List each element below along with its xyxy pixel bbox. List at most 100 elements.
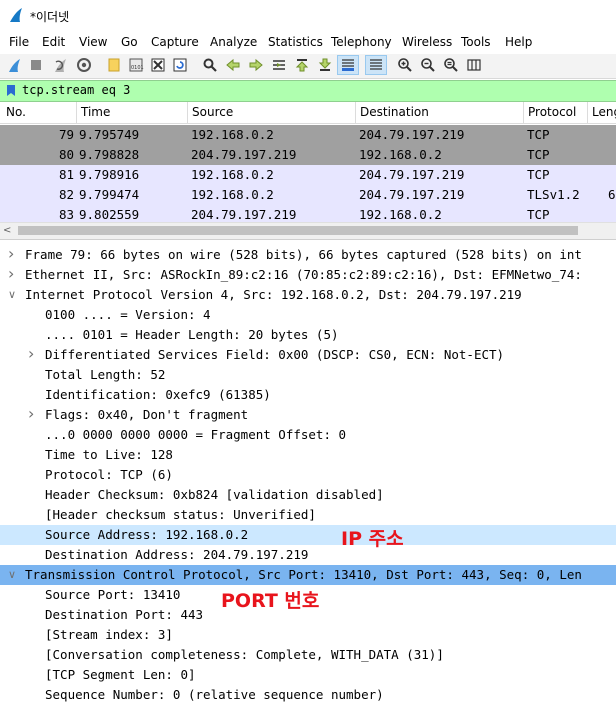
open-file-icon[interactable] [106,57,122,73]
wireshark-fin-icon [10,8,22,22]
go-back-icon[interactable] [225,57,241,73]
menu-edit[interactable]: Edit [42,35,65,49]
detail-tree-item[interactable]: Total Length: 52 [0,365,616,385]
display-filter-bar[interactable]: tcp.stream eq 3 [0,80,616,102]
detail-tree-item[interactable]: Time to Live: 128 [0,445,616,465]
normal-size-icon[interactable] [443,57,459,73]
stop-capture-icon[interactable] [28,57,44,73]
packet-row[interactable]: 80 9.798828 204.79.197.219 192.168.0.2 TCP [0,145,616,165]
menu-file[interactable]: File [9,35,29,49]
save-file-icon[interactable]: 0101 [128,57,144,73]
detail-text: .... 0101 = Header Length: 20 bytes (5) [45,327,339,342]
tree-collapsed-icon[interactable]: › [8,264,14,283]
detail-tree-item[interactable]: Sequence Number: 0 (relative sequence nu… [0,685,616,705]
tree-collapsed-icon[interactable]: › [28,344,34,363]
menu-wireless[interactable]: Wireless [402,35,452,49]
packet-row[interactable]: 82 9.799474 192.168.0.2 204.79.197.219 TLSv1… [0,185,616,205]
detail-tree-item[interactable]: [Conversation completeness: Complete, WI… [0,645,616,665]
scrollbar-thumb[interactable] [18,226,578,235]
start-capture-icon[interactable] [6,57,22,73]
column-destination[interactable]: Destination [360,105,429,119]
menu-statistics[interactable]: Statistics [268,35,323,49]
packet-source-cell: 192.168.0.2 [191,127,274,142]
packet-list-header: No. Time Source Destination Protocol Len… [0,102,616,124]
packet-destination-cell: 204.79.197.219 [359,167,465,182]
detail-text: Source Port: 13410 [45,587,181,602]
detail-tree-item[interactable]: Source Address: 192.168.0.2 [0,525,616,545]
detail-tree-item[interactable]: ∨ Internet Protocol Version 4, Src: 192.1… [0,285,616,305]
packet-protocol-cell: TCP [527,127,550,142]
packet-row[interactable]: 83 9.802559 204.79.197.219 192.168.0.2 TCP [0,205,616,222]
detail-tree-item[interactable]: Header Checksum: 0xb824 [validation disa… [0,485,616,505]
zoom-out-icon[interactable] [420,57,436,73]
tree-expanded-icon[interactable]: ∨ [8,288,16,301]
detail-tree-item[interactable]: .... 0101 = Header Length: 20 bytes (5) [0,325,616,345]
scroll-left-icon[interactable]: < [3,225,11,236]
reload-file-icon[interactable] [172,57,188,73]
detail-text: Differentiated Services Field: 0x00 (DSC… [45,347,505,362]
column-protocol[interactable]: Protocol [528,105,576,119]
packet-row[interactable]: 81 9.798916 192.168.0.2 204.79.197.219 TCP [0,165,616,185]
packet-list-scrollbar[interactable]: < [0,222,616,239]
column-source[interactable]: Source [192,105,233,119]
detail-tree-item[interactable]: Identification: 0xefc9 (61385) [0,385,616,405]
column-separator[interactable] [523,102,524,123]
zoom-in-icon[interactable] [397,57,413,73]
main-toolbar: 0101 [0,54,616,79]
detail-tree-item[interactable]: [TCP Segment Len: 0] [0,665,616,685]
tree-collapsed-icon[interactable]: › [8,244,14,263]
detail-text: ...0 0000 0000 0000 = Fragment Offset: 0 [45,427,347,442]
detail-tree-item[interactable]: [Header checksum status: Unverified] [0,505,616,525]
column-separator[interactable] [587,102,588,123]
tree-collapsed-icon[interactable]: › [28,404,34,423]
annotation-port-number: PORT 번호 [221,590,320,612]
column-time[interactable]: Time [81,105,110,119]
column-separator[interactable] [76,102,77,123]
window-title: *이더넷 [30,10,70,24]
detail-text: Destination Address: 204.79.197.219 [45,547,309,562]
menu-capture[interactable]: Capture [151,35,199,49]
detail-tree-item[interactable]: › Differentiated Services Field: 0x00 (DS… [0,344,616,365]
packet-row[interactable]: 79 9.795749 192.168.0.2 204.79.197.219 TCP [0,125,616,145]
detail-tree-item[interactable]: [Stream index: 3] [0,625,616,645]
packet-no-cell: 82 [58,187,74,202]
detail-tree-item[interactable]: 0100 .... = Version: 4 [0,305,616,325]
menu-telephony[interactable]: Telephony [331,35,392,49]
column-length[interactable]: Leng [592,105,616,119]
detail-tree-item[interactable]: Protocol: TCP (6) [0,465,616,485]
detail-tree-item[interactable]: ...0 0000 0000 0000 = Fragment Offset: 0 [0,425,616,445]
resize-columns-icon[interactable] [466,57,482,73]
menu-analyze[interactable]: Analyze [210,35,257,49]
go-last-icon[interactable] [317,57,333,73]
colorize-icon[interactable] [365,55,387,75]
detail-tree-item[interactable]: › Ethernet II, Src: ASRockIn_89:c2:16 (70… [0,264,616,285]
go-forward-icon[interactable] [248,57,264,73]
detail-text: Internet Protocol Version 4, Src: 192.16… [25,287,522,302]
go-first-icon[interactable] [294,57,310,73]
tree-expanded-icon[interactable]: ∨ [8,568,16,581]
packet-protocol-cell: TCP [527,147,550,162]
detail-text: Ethernet II, Src: ASRockIn_89:c2:16 (70:… [25,267,582,282]
detail-tree-item[interactable]: › Frame 79: 66 bytes on wire (528 bits), … [0,244,616,265]
restart-capture-icon[interactable] [52,57,68,73]
bookmark-icon[interactable] [6,84,16,97]
capture-options-icon[interactable] [76,57,92,73]
auto-scroll-icon[interactable] [337,55,359,75]
menu-go[interactable]: Go [121,35,138,49]
detail-text: Identification: 0xefc9 (61385) [45,387,271,402]
find-packet-icon[interactable] [202,57,218,73]
detail-tree-item[interactable]: Destination Address: 204.79.197.219 [0,545,616,565]
close-file-icon[interactable] [150,57,166,73]
menu-view[interactable]: View [79,35,107,49]
go-to-packet-icon[interactable] [271,57,287,73]
detail-tree-item[interactable]: › Flags: 0x40, Don't fragment [0,404,616,425]
detail-tree-item[interactable]: ∨ Transmission Control Protocol, Src Port… [0,565,616,585]
menu-bar: File Edit View Go Capture Analyze Statis… [0,32,616,54]
column-separator[interactable] [355,102,356,123]
display-filter-input[interactable]: tcp.stream eq 3 [22,83,130,97]
column-no[interactable]: No. [6,105,26,119]
menu-tools[interactable]: Tools [461,35,491,49]
menu-help[interactable]: Help [505,35,532,49]
annotation-ip-address: IP 주소 [341,528,404,550]
column-separator[interactable] [187,102,188,123]
